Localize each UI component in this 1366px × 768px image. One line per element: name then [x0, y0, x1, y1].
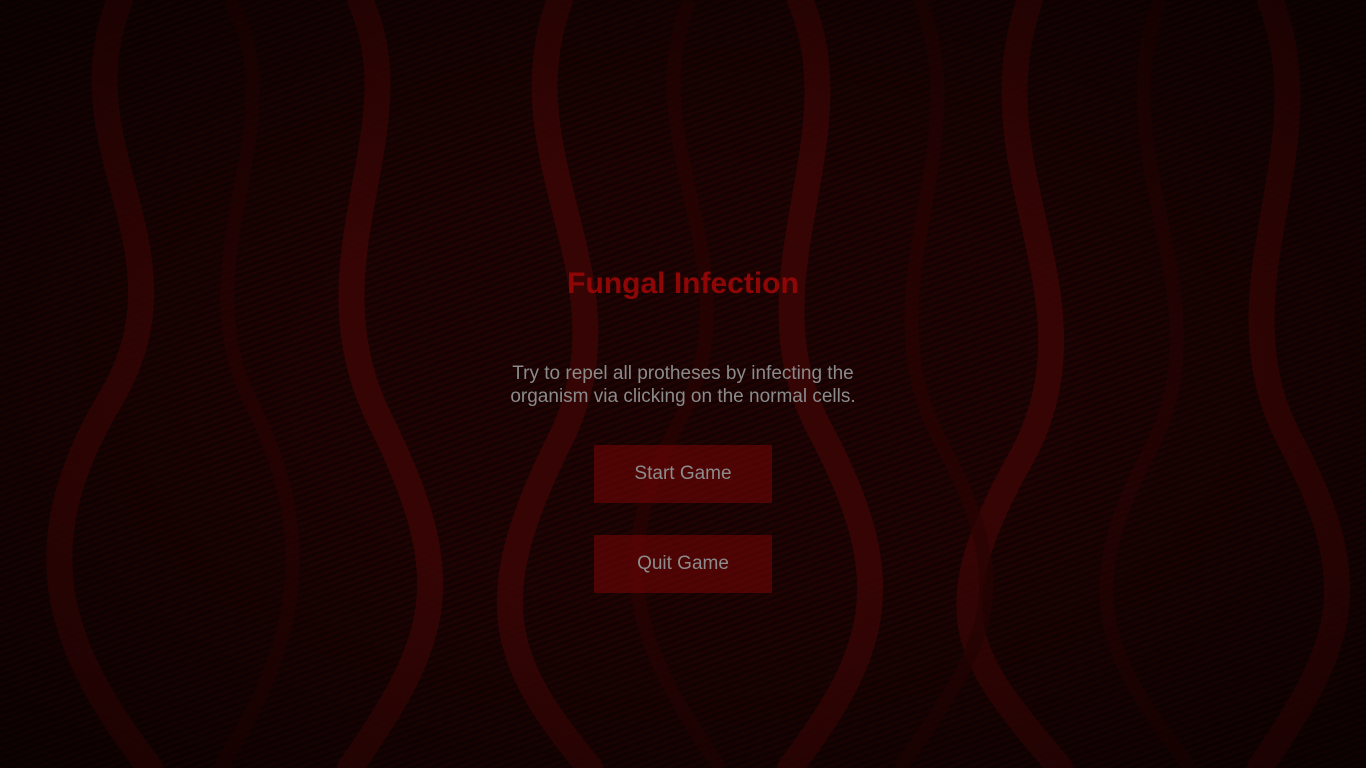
description-line: organism via clicking on the normal cell… [510, 386, 856, 407]
main-menu-screen: Fungal Infection Try to repel all prothe… [0, 0, 1366, 768]
game-description: Try to repel all protheses by infecting … [433, 362, 933, 408]
game-title: Fungal Infection [567, 267, 799, 300]
description-line: Try to repel all protheses by infecting … [512, 363, 854, 384]
menu-overlay: Fungal Infection Try to repel all prothe… [0, 0, 1366, 768]
quit-game-button[interactable]: Quit Game [594, 535, 772, 593]
start-game-button[interactable]: Start Game [594, 445, 772, 503]
